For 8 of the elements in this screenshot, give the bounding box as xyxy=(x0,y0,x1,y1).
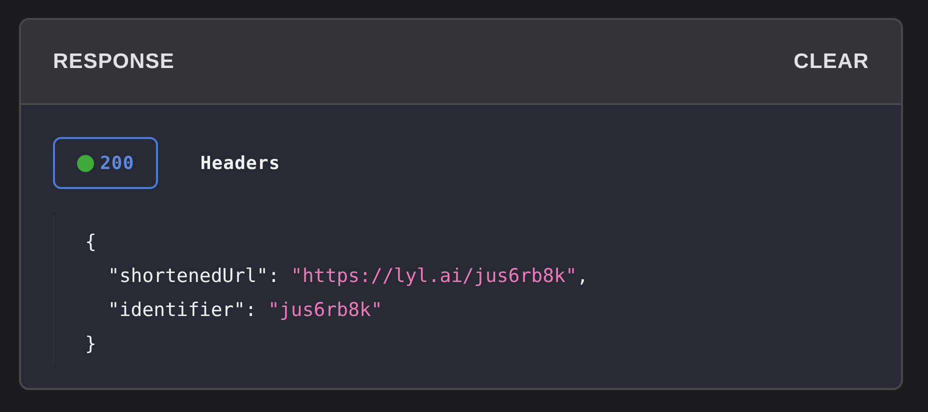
status-tab[interactable]: 200 xyxy=(53,137,158,189)
code-line: { xyxy=(85,230,96,255)
panel-title: RESPONSE xyxy=(53,50,174,74)
code-line: } xyxy=(85,332,96,357)
code-line: "identifier": "jus6rb8k" xyxy=(106,298,382,323)
clear-button[interactable]: CLEAR xyxy=(794,50,869,74)
code-line: "shortenedUrl": "https://lyl.ai/jus6rb8k", xyxy=(106,264,588,289)
headers-tab[interactable]: Headers xyxy=(198,137,282,189)
